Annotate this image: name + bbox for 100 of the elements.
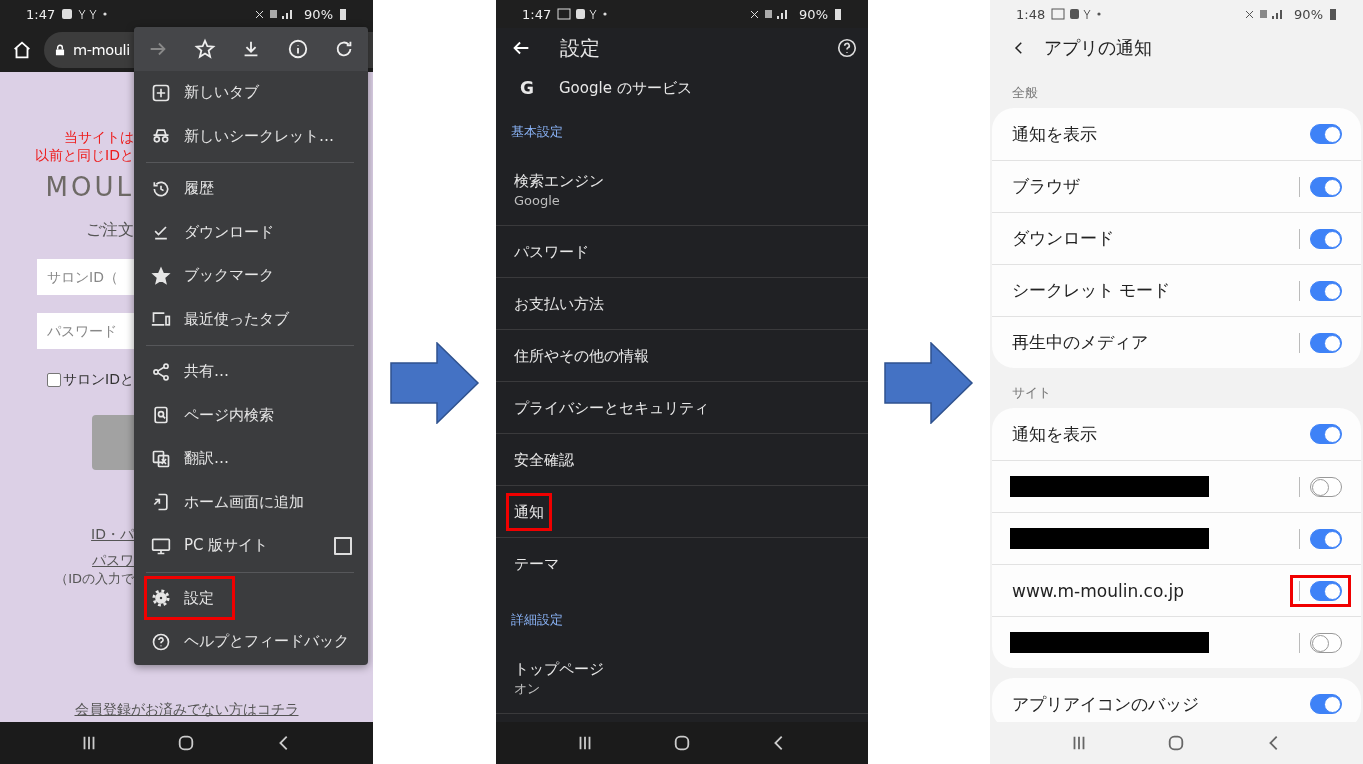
settings-row[interactable]: 検索エンジン Google — [496, 156, 868, 226]
row-label: ブラウザ — [1012, 175, 1080, 198]
info-icon[interactable] — [286, 38, 309, 60]
menu-item[interactable]: ダウンロード — [134, 210, 368, 254]
logo-text: MOUL — [45, 172, 134, 202]
menu-label: 新しいシークレット… — [184, 126, 334, 146]
row-label: 住所やその他の情報 — [514, 345, 649, 366]
menu-item[interactable]: ヘルプとフィードバック — [134, 620, 368, 664]
register-link[interactable]: 会員登録がお済みでない方はコチラ — [74, 701, 299, 719]
section-header: 基本設定 — [510, 123, 564, 141]
menu-label: 最近使ったタブ — [184, 309, 289, 329]
home-icon[interactable] — [673, 734, 691, 752]
settings-row[interactable]: 住所やその他の情報 — [496, 330, 868, 382]
menu-item[interactable]: PC 版サイト — [134, 524, 368, 568]
toggle-switch[interactable] — [1310, 332, 1342, 353]
row-label: トップページ — [514, 658, 604, 679]
row-value: Google — [514, 191, 561, 210]
menu-item[interactable]: 設定 — [134, 576, 368, 620]
section-header: サイト — [1011, 384, 1052, 402]
notice-text: 当サイトは — [64, 128, 134, 146]
menu-label: 設定 — [184, 588, 214, 608]
menu-item[interactable]: 翻訳… — [134, 437, 368, 481]
menu-item[interactable]: 履歴 — [134, 167, 368, 211]
menu-item[interactable]: ページ内検索 — [134, 393, 368, 437]
settings-row[interactable]: 安全確認 — [496, 434, 868, 486]
right-arrow-icon — [389, 342, 480, 424]
settings-row[interactable]: お支払い方法 — [496, 278, 868, 330]
row-label: 検索エンジン — [514, 170, 604, 191]
star-icon — [151, 265, 171, 286]
row-label: 通知を表示 — [1012, 122, 1097, 146]
logo-letter: G — [520, 78, 534, 98]
menu-item[interactable]: ホーム画面に追加 — [134, 480, 368, 524]
settings-row[interactable]: 通知 — [496, 486, 868, 538]
toggle-switch[interactable] — [1310, 632, 1342, 653]
battery-percent: 90% — [304, 6, 333, 22]
menu-label: ヘルプとフィードバック — [184, 632, 349, 652]
section-header: 全般 — [1011, 84, 1039, 102]
input-field[interactable]: サロンID（ — [37, 259, 134, 295]
home-icon[interactable] — [177, 734, 196, 752]
help-icon[interactable] — [836, 37, 858, 59]
settings-row[interactable]: プライバシーとセキュリティ — [496, 382, 868, 434]
toggle-switch[interactable] — [1310, 228, 1342, 249]
menu-item[interactable]: 共有… — [134, 350, 368, 394]
menu-label: ホーム画面に追加 — [184, 492, 304, 512]
menu-item[interactable]: ブックマーク — [134, 254, 368, 298]
row-label: 通知 — [514, 501, 544, 522]
settings-icon — [151, 588, 171, 609]
menu-label: 翻訳… — [184, 449, 229, 469]
row-label: www.m-moulin.co.jp — [1012, 580, 1184, 601]
note-text: （IDの入力で — [55, 570, 134, 588]
star-icon[interactable] — [193, 38, 216, 60]
toggle-switch[interactable] — [1310, 528, 1342, 549]
toggle-switch[interactable] — [1310, 176, 1342, 197]
row-label: 通知を表示 — [1012, 422, 1097, 446]
row-label: 安全確認 — [514, 449, 574, 470]
menu-label: 履歴 — [184, 179, 214, 199]
menu-label: 共有… — [184, 362, 229, 382]
row-label: パスワード — [514, 241, 589, 262]
row-label: テーマ — [514, 554, 559, 574]
lock-icon — [53, 43, 67, 57]
row-label: Google のサービス — [558, 78, 692, 98]
menu-item[interactable]: 新しいシークレット… — [134, 114, 368, 158]
row-label: 再生中のメディア — [1012, 331, 1148, 354]
toggle-switch[interactable] — [1310, 476, 1342, 497]
toggle-switch[interactable] — [1310, 694, 1342, 714]
help-icon — [151, 631, 171, 652]
row-label: アプリアイコンのバッジ — [1012, 692, 1199, 716]
battery-icon — [339, 8, 347, 20]
toggle-switch[interactable] — [1310, 124, 1342, 144]
link[interactable]: パスワ — [92, 552, 134, 570]
checkbox-label: サロンIDと — [63, 371, 134, 389]
menu-label: ダウンロード — [184, 222, 274, 242]
toggle-switch[interactable] — [1310, 580, 1342, 601]
settings-row[interactable]: テーマ — [496, 538, 868, 590]
battery-icon — [1329, 8, 1337, 20]
menu-label: ブックマーク — [184, 266, 274, 286]
home-icon[interactable] — [11, 39, 33, 61]
menu-item[interactable]: 新しいタブ — [134, 71, 368, 115]
row-value: オン — [514, 679, 541, 698]
status-time: 1:47 — [26, 6, 56, 22]
link[interactable]: ID・パ — [91, 526, 134, 544]
status-time: 1:47 — [522, 6, 552, 22]
row-label: ダウンロード — [1012, 227, 1114, 250]
row-label: シークレット モード — [1012, 279, 1171, 302]
battery-icon — [834, 8, 842, 20]
toggle-switch[interactable] — [1310, 280, 1342, 301]
menu-label: PC 版サイト — [184, 536, 269, 556]
row-label: お支払い方法 — [514, 293, 604, 314]
battery-percent: 90% — [1294, 6, 1323, 22]
input-field[interactable]: パスワード — [37, 313, 134, 349]
checkbox[interactable] — [47, 373, 62, 387]
menu-label: 新しいタブ — [184, 83, 259, 103]
menu-item[interactable]: 最近使ったタブ — [134, 297, 368, 341]
screen-title: アプリの通知 — [1044, 36, 1152, 60]
settings-row[interactable]: G Google のサービス — [496, 68, 868, 108]
settings-row[interactable]: トップページ オン — [496, 644, 868, 714]
settings-row[interactable]: パスワード — [496, 226, 868, 278]
share-icon — [151, 361, 171, 382]
toggle-switch[interactable] — [1310, 424, 1342, 444]
screen-title: 設定 — [560, 34, 600, 62]
